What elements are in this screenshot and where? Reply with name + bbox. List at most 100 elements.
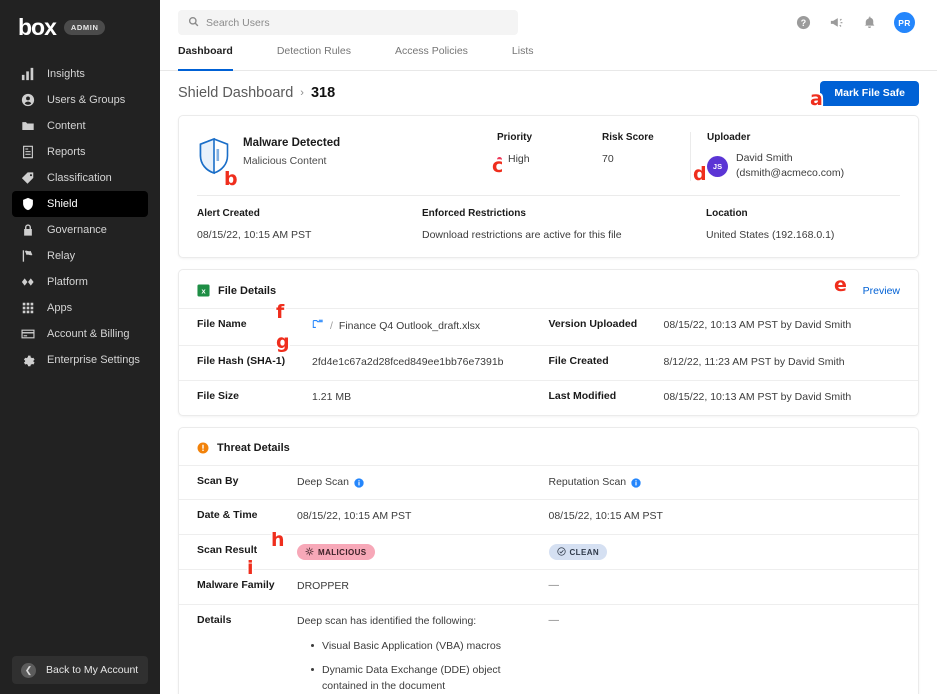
topbar-icons: ? PR (795, 12, 919, 33)
sidebar-item-reports[interactable]: Reports (12, 139, 148, 165)
enforced-restrictions-value: Download restrictions are active for thi… (422, 229, 622, 242)
platform-icon (20, 275, 35, 290)
info-icon[interactable] (354, 477, 364, 488)
sidebar-item-shield[interactable]: Shield (12, 191, 148, 217)
scan-by-right-cell: Reputation Scan (549, 475, 901, 491)
sidebar-item-label: Enterprise Settings (47, 354, 140, 366)
chevron-left-icon: ❮ (21, 662, 36, 678)
sidebar-item-apps[interactable]: Apps (12, 295, 148, 321)
grid-icon (20, 301, 35, 316)
svg-text:?: ? (800, 18, 805, 28)
scan-result-left-cell: Scan Result MALICIOUS (197, 544, 549, 561)
sidebar-item-label: Governance (47, 224, 107, 236)
folder-path-icon[interactable] (312, 318, 324, 336)
sidebar-item-users-groups[interactable]: Users & Groups (12, 87, 148, 113)
report-icon (20, 145, 35, 160)
admin-badge: ADMIN (63, 20, 106, 35)
bell-icon[interactable] (861, 15, 877, 31)
file-created-value: 8/12/22, 11:23 AM PST by David Smith (663, 356, 845, 369)
datetime-right-value: 08/15/22, 10:15 AM PST (548, 510, 663, 523)
last-modified-cell: Last Modified 08/15/22, 10:13 AM PST by … (549, 390, 901, 406)
sidebar-item-platform[interactable]: Platform (12, 269, 148, 295)
sidebar-item-label: Account & Billing (47, 328, 130, 340)
user-circle-icon (20, 93, 35, 108)
sidebar-item-classification[interactable]: Classification (12, 165, 148, 191)
sidebar-item-governance[interactable]: Governance (12, 217, 148, 243)
breadcrumb-root[interactable]: Shield Dashboard (178, 85, 293, 101)
uploader-email: (dsmith@acmeco.com) (736, 167, 845, 180)
status-badge-clean: CLEAN (548, 544, 608, 561)
sidebar-item-content[interactable]: Content (12, 113, 148, 139)
location-label: Location (706, 208, 748, 220)
folder-icon (20, 119, 35, 134)
location-field: Location United States (192.168.0.1) (690, 208, 900, 241)
status-badge-malicious: MALICIOUS (297, 544, 375, 561)
version-uploaded-label: Version Uploaded (548, 318, 638, 331)
location-value: United States (192.168.0.1) (706, 229, 835, 242)
sidebar-item-insights[interactable]: Insights (12, 61, 148, 87)
search-box[interactable] (178, 10, 518, 35)
gear-icon (20, 353, 35, 368)
preview-link[interactable]: Preview (863, 285, 900, 297)
path-separator: / (330, 320, 333, 333)
megaphone-icon[interactable] (828, 15, 844, 31)
file-hash-cell: File Hash (SHA-1) 2fd4e1c67a2d28fced849e… (197, 355, 549, 371)
credit-card-icon (20, 327, 35, 342)
help-icon[interactable]: ? (795, 15, 811, 31)
sidebar-item-account-billing[interactable]: Account & Billing (12, 321, 148, 347)
file-created-cell: File Created 8/12/22, 11:23 AM PST by Da… (549, 355, 901, 371)
tab-detection-rules[interactable]: Detection Rules (277, 45, 373, 70)
screen: box ADMIN Insights Users & Groups Conten… (0, 0, 937, 694)
priority-dot-icon (497, 156, 502, 162)
alert-top-row: Malware Detected Malicious Content Prior… (179, 116, 918, 182)
tab-access-policies[interactable]: Access Policies (395, 45, 490, 70)
alert-metrics: Priority High Risk Score 70 (497, 132, 680, 181)
uploader-identity: David Smith (dsmith@acmeco.com) (736, 151, 844, 181)
sidebar-item-label: Relay (47, 250, 76, 262)
search-input[interactable] (206, 16, 508, 29)
version-uploaded-cell: Version Uploaded 08/15/22, 10:13 AM PST … (549, 318, 901, 334)
uploader-name: David Smith (736, 152, 793, 164)
back-to-my-account-label: Back to My Account (46, 664, 139, 676)
sidebar-item-enterprise-settings[interactable]: Enterprise Settings (12, 347, 148, 373)
breadcrumb-separator-icon: › (300, 87, 304, 99)
alert-title: Malware Detected (243, 137, 341, 149)
priority-value: High (497, 153, 532, 165)
mark-file-safe-button[interactable]: Mark File Safe (820, 80, 919, 106)
threat-details-header: Threat Details (179, 428, 918, 465)
threat-details-title: Threat Details (217, 441, 290, 454)
file-name-text[interactable]: Finance Q4 Outlook_draft.xlsx (339, 319, 480, 335)
sidebar: box ADMIN Insights Users & Groups Conten… (0, 0, 160, 694)
breadcrumb: Shield Dashboard › 318 Mark File Safe (178, 71, 919, 115)
sidebar-item-label: Reports (47, 146, 86, 158)
enforced-restrictions-field: Enforced Restrictions Download restricti… (422, 208, 680, 241)
tab-dashboard[interactable]: Dashboard (178, 45, 255, 71)
datetime-right-cell: 08/15/22, 10:15 AM PST (549, 509, 901, 525)
details-content: Deep scan has identified the following: … (297, 614, 549, 694)
main-area: ? PR Dashboard Detection Rules Access Po… (160, 0, 937, 694)
scan-result-label: Scan Result (197, 544, 258, 557)
sidebar-item-label: Platform (47, 276, 88, 288)
shield-icon (20, 197, 35, 212)
avatar[interactable]: PR (894, 12, 915, 33)
scan-by-right-value: Reputation Scan (548, 475, 627, 488)
tab-lists[interactable]: Lists (512, 45, 556, 70)
table-row: File Hash (SHA-1) 2fd4e1c67a2d28fced849e… (179, 345, 918, 380)
box-logo: box (18, 14, 57, 40)
risk-score-label: Risk Score (602, 132, 654, 143)
table-row: Malware Family DROPPER — (179, 569, 918, 604)
sidebar-item-relay[interactable]: Relay (12, 243, 148, 269)
back-to-my-account-button[interactable]: ❮ Back to My Account (12, 656, 148, 684)
malware-family-left-cell: Malware Family DROPPER (197, 579, 549, 595)
details-right-value: — (548, 613, 560, 626)
alert-created-value: 08/15/22, 10:15 AM PST (197, 229, 312, 242)
tag-icon (20, 171, 35, 186)
table-row: File Size 1.21 MB Last Modified 08/15/22… (179, 379, 918, 415)
priority-label: Priority (497, 132, 533, 143)
check-circle-icon (556, 547, 566, 558)
brand[interactable]: box ADMIN (0, 0, 160, 57)
malware-family-label: Malware Family (197, 579, 275, 592)
priority-field: Priority High (497, 132, 532, 181)
flag-icon (20, 249, 35, 264)
info-icon[interactable] (631, 477, 641, 488)
